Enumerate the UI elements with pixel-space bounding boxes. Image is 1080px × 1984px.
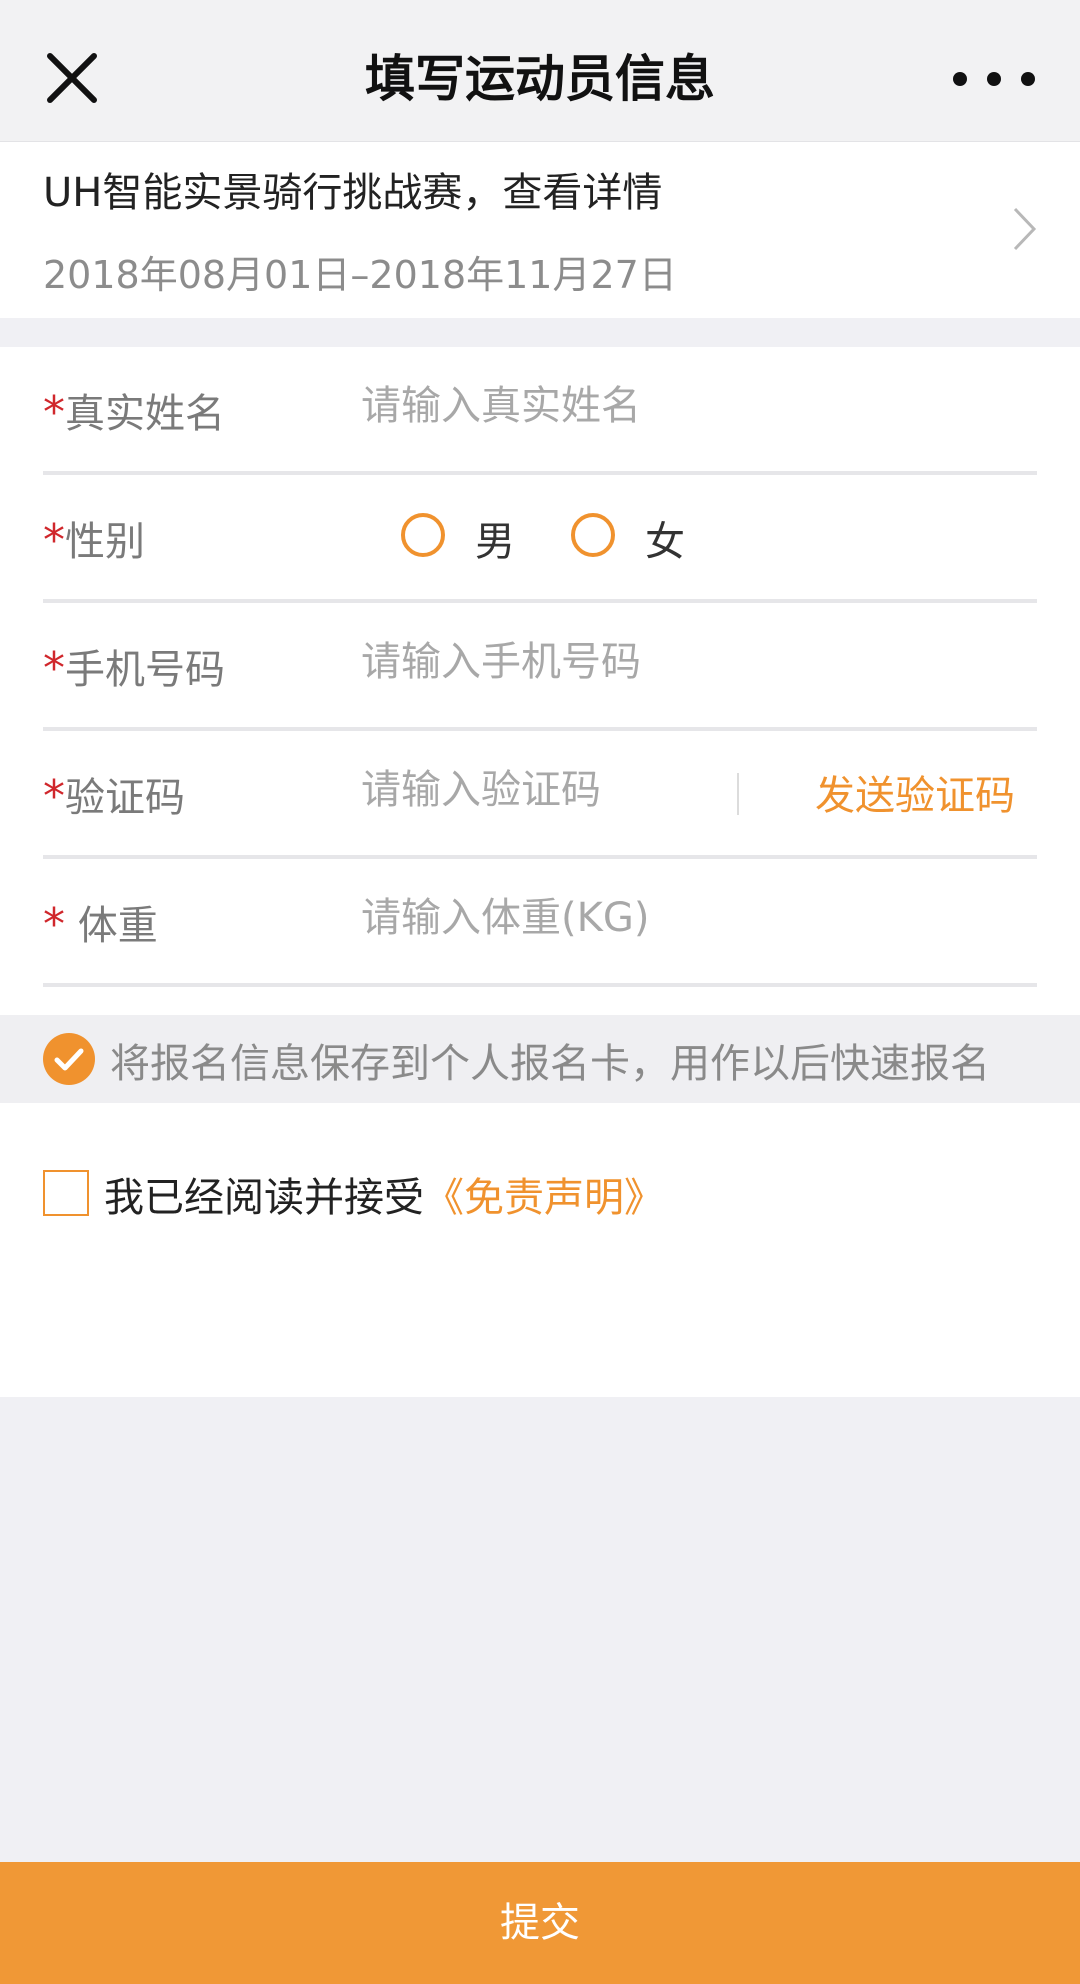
navigation-bar: 填写运动员信息 bbox=[0, 0, 1080, 142]
verification-code-label: *验证码 bbox=[43, 771, 185, 822]
submit-button[interactable]: 提交 bbox=[0, 1862, 1080, 1984]
phone-input[interactable] bbox=[361, 627, 1001, 697]
agreement-section: 我已经阅读并接受《免责声明》 bbox=[0, 1103, 1080, 1397]
gender-female-label: 女 bbox=[645, 519, 685, 565]
agreement-text: 我已经阅读并接受《免责声明》 bbox=[104, 1175, 664, 1221]
required-mark: * bbox=[43, 387, 65, 438]
verification-code-input[interactable] bbox=[361, 755, 721, 825]
disclaimer-link[interactable]: 《免责声明》 bbox=[424, 1175, 664, 1221]
page-title: 填写运动员信息 bbox=[365, 50, 715, 108]
gender-row: *性别 男 女 bbox=[43, 475, 1037, 603]
name-input[interactable] bbox=[361, 371, 1001, 441]
save-to-card-bar: 将报名信息保存到个人报名卡，用作以后快速报名 bbox=[0, 1015, 1080, 1103]
radio-circle-icon bbox=[571, 513, 615, 557]
weight-row: * 体重 bbox=[43, 859, 1037, 987]
required-mark: * bbox=[43, 643, 65, 694]
save-to-card-text: 将报名信息保存到个人报名卡，用作以后快速报名 bbox=[110, 1041, 990, 1087]
name-label: *真实姓名 bbox=[43, 387, 225, 438]
required-mark: * bbox=[43, 515, 65, 566]
athlete-form: *真实姓名 *性别 男 女 *手机号码 *验证码 发送验证码 * 体重 bbox=[0, 347, 1080, 1015]
phone-row: *手机号码 bbox=[43, 603, 1037, 731]
event-details-link[interactable]: UH智能实景骑行挑战赛，查看详情 2018年08月01日–2018年11月27日 bbox=[0, 142, 1080, 318]
chevron-right-icon bbox=[1012, 206, 1038, 252]
required-mark: * bbox=[43, 771, 65, 822]
agreement-checkbox[interactable] bbox=[43, 1170, 89, 1216]
check-icon bbox=[54, 1048, 84, 1071]
close-icon[interactable] bbox=[44, 50, 100, 106]
more-options-icon[interactable] bbox=[946, 64, 1042, 94]
gender-label: *性别 bbox=[43, 515, 145, 566]
verification-code-row: *验证码 发送验证码 bbox=[43, 731, 1037, 859]
event-date-range: 2018年08月01日–2018年11月27日 bbox=[43, 253, 677, 297]
send-code-button[interactable]: 发送验证码 bbox=[815, 763, 1015, 821]
save-to-card-checkbox[interactable] bbox=[43, 1033, 95, 1085]
event-title: UH智能实景骑行挑战赛，查看详情 bbox=[43, 170, 663, 216]
gender-male-label: 男 bbox=[475, 519, 515, 565]
radio-circle-icon bbox=[401, 513, 445, 557]
name-row: *真实姓名 bbox=[43, 347, 1037, 475]
divider bbox=[737, 773, 739, 815]
weight-label: * 体重 bbox=[43, 899, 158, 950]
weight-input[interactable] bbox=[361, 883, 1001, 953]
required-mark: * bbox=[43, 899, 65, 950]
phone-label: *手机号码 bbox=[43, 643, 225, 694]
